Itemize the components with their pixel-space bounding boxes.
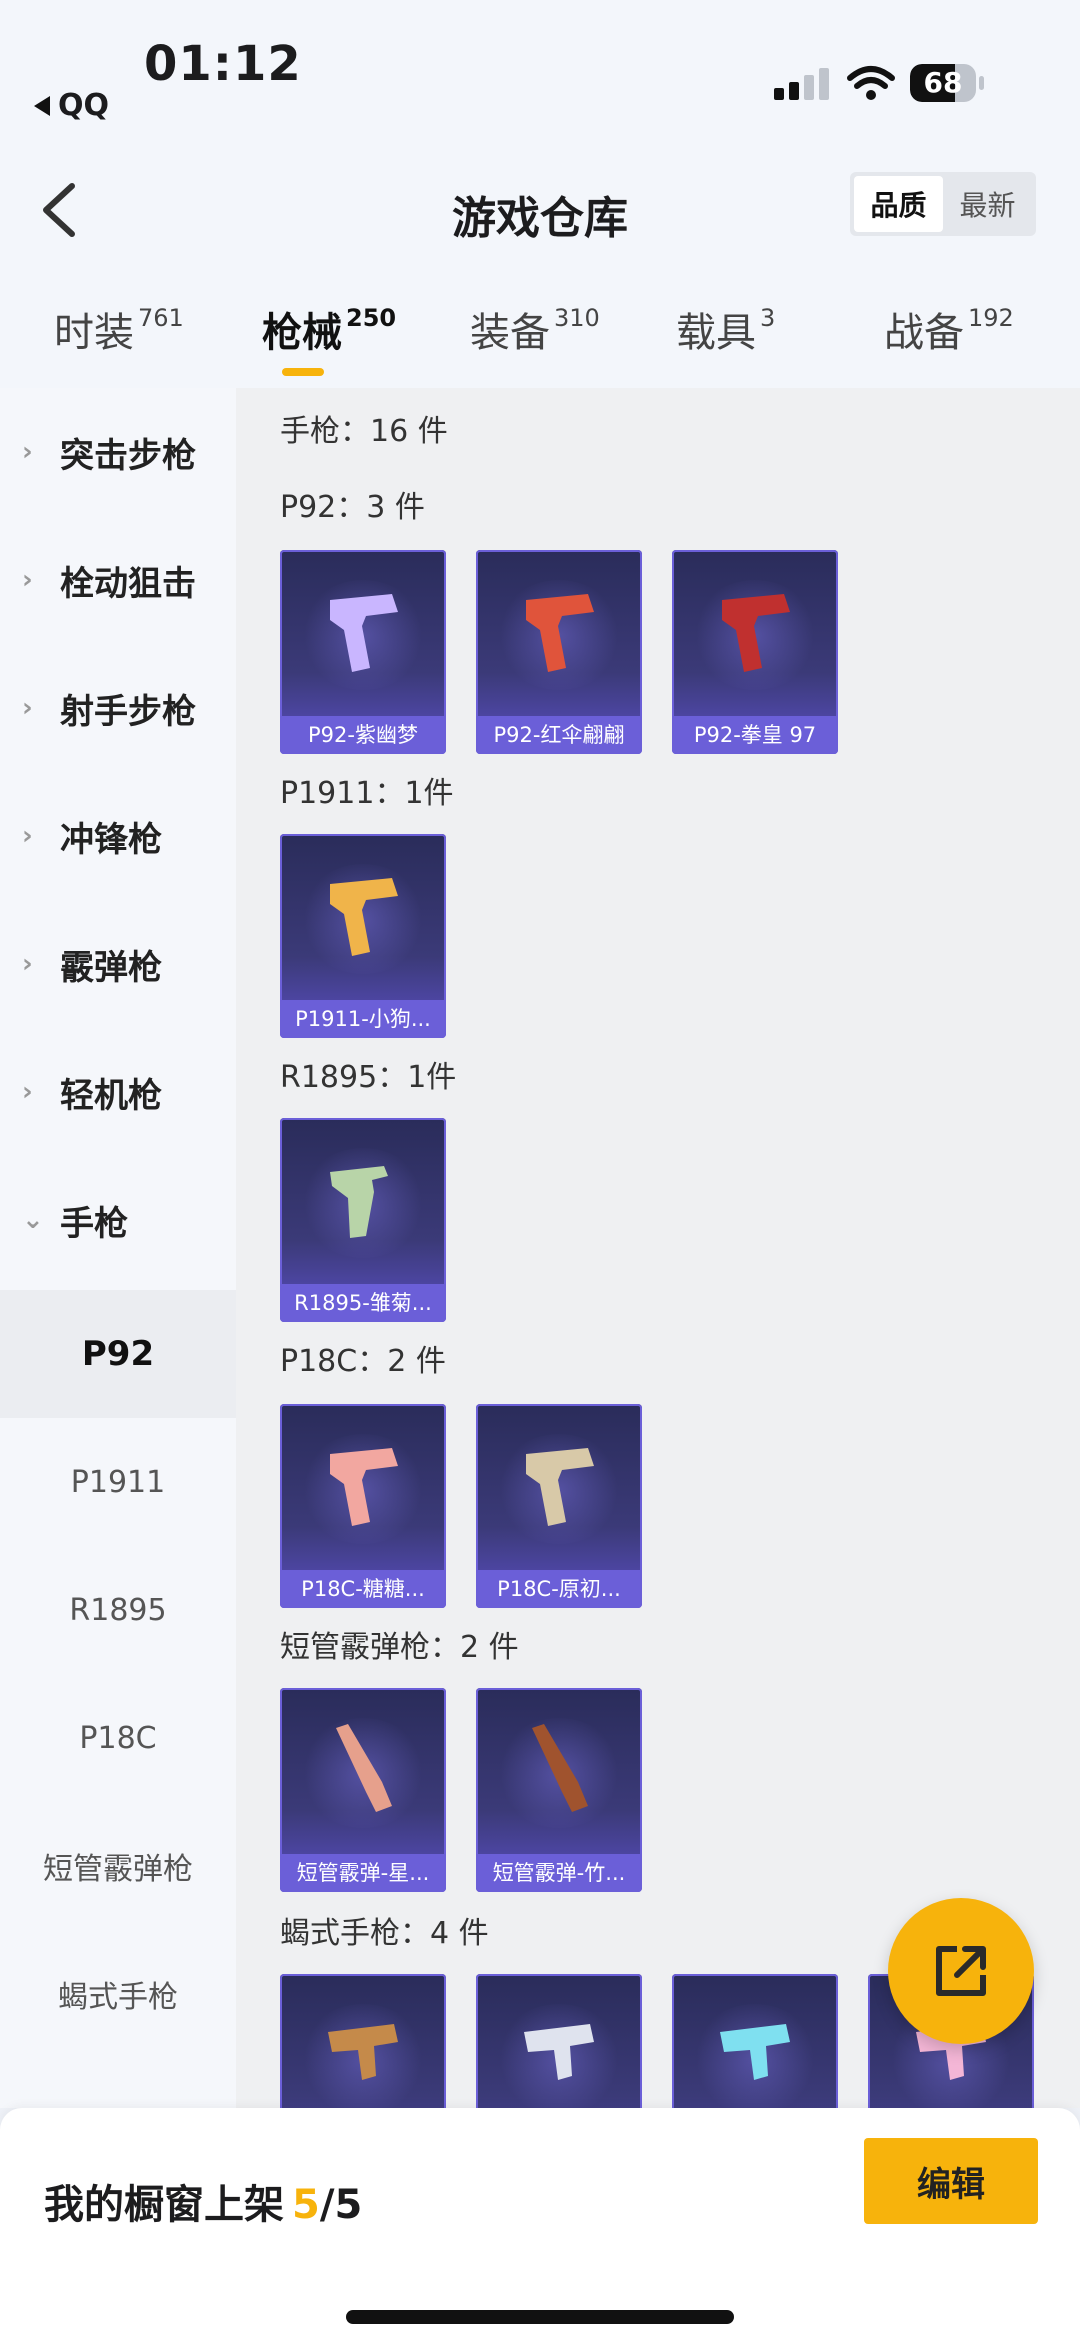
section-title-p1911: P1911：1件 xyxy=(280,776,454,811)
sidebar-item-shotgun[interactable]: › 霰弹枪 xyxy=(0,900,236,1028)
sidebar-item-bolt-sniper[interactable]: › 栓动狙击 xyxy=(0,516,236,644)
chevron-down-icon: ⌄ xyxy=(22,1205,44,1235)
section-title-p92: P92：3 件 xyxy=(280,490,425,525)
pistol-count-summary: 手枪：16 件 xyxy=(280,414,448,449)
pistol-skin-icon xyxy=(526,594,594,672)
item-card-label: P1911-小狗... xyxy=(280,1000,446,1038)
sort-option-quality[interactable]: 品质 xyxy=(854,176,943,232)
back-app-label: QQ xyxy=(58,88,110,123)
section-title-sawed-off: 短管霰弹枪：2 件 xyxy=(280,1630,519,1665)
sort-option-newest[interactable]: 最新 xyxy=(943,176,1032,232)
sidebar-item-lmg[interactable]: › 轻机枪 xyxy=(0,1028,236,1156)
pistol-skin-icon xyxy=(526,1448,594,1526)
pistol-skin-icon xyxy=(330,878,398,956)
pistol-skin-icon xyxy=(722,594,790,672)
showcase-count: 我的橱窗上架 5/5 xyxy=(44,2182,363,2228)
tab-vehicles[interactable]: 载具 3 xyxy=(676,300,775,358)
sidebar-item-smg[interactable]: › 冲锋枪 xyxy=(0,772,236,900)
chevron-right-icon: › xyxy=(22,437,33,467)
item-card[interactable]: P18C-原初... xyxy=(476,1404,642,1608)
active-tab-indicator xyxy=(282,368,324,376)
share-floating-button[interactable] xyxy=(888,1898,1034,2044)
section-title-scorpion: 蝎式手枪：4 件 xyxy=(280,1916,489,1951)
chevron-right-icon: › xyxy=(22,821,33,851)
back-to-app-link[interactable]: QQ xyxy=(34,88,109,123)
tab-tactical[interactable]: 战备 192 xyxy=(884,300,1014,358)
sidebar-item-marksman-rifle[interactable]: › 射手步枪 xyxy=(0,644,236,772)
section-title-p18c: P18C：2 件 xyxy=(280,1344,446,1379)
shotgun-skin-icon xyxy=(336,1724,392,1812)
item-card-label: 短管霰弹-竹... xyxy=(476,1854,642,1892)
external-share-icon xyxy=(936,1946,986,1996)
sidebar-subitem-r1895[interactable]: R1895 xyxy=(0,1546,236,1674)
back-triangle-icon xyxy=(34,95,50,116)
wifi-icon xyxy=(847,66,895,100)
shotgun-skin-icon xyxy=(532,1724,588,1812)
status-bar: 01:12 QQ 68 xyxy=(0,0,1080,150)
item-card-label: P92-红伞翩翩 xyxy=(476,716,642,754)
item-card-label: 短管霰弹-星... xyxy=(280,1854,446,1892)
battery-indicator: 68 xyxy=(910,64,986,104)
item-card[interactable] xyxy=(476,1974,642,2108)
sort-toggle[interactable]: 品质 最新 xyxy=(850,172,1036,236)
tab-equipment[interactable]: 装备 310 xyxy=(470,300,600,358)
item-card-label: P92-紫幽梦 xyxy=(280,716,446,754)
battery-percent: 68 xyxy=(923,66,963,99)
sidebar-subitem-sawed-off[interactable]: 短管霰弹枪 xyxy=(0,1802,236,1930)
sidebar-item-assault-rifle[interactable]: › 突击步枪 xyxy=(0,388,236,516)
edit-button[interactable]: 编辑 xyxy=(864,2138,1038,2224)
weapon-category-sidebar: › 突击步枪 › 栓动狙击 › 射手步枪 › 冲锋枪 › 霰弹枪 › 轻机枪 ⌄ 手枪 P92… xyxy=(0,388,236,2108)
item-card-label: P92-拳皇 97 xyxy=(672,716,838,754)
smg-skin-icon xyxy=(720,2024,790,2080)
item-card[interactable] xyxy=(672,1974,838,2108)
page-header: 游戏仓库 品质 最新 xyxy=(0,150,1080,270)
smg-skin-icon xyxy=(328,2024,398,2080)
pistol-skin-icon xyxy=(330,594,398,672)
tab-fashion[interactable]: 时装 761 xyxy=(54,300,184,358)
sidebar-subitem-scorpion[interactable]: 蝎式手枪 xyxy=(0,1930,236,2058)
revolver-skin-icon xyxy=(330,1166,388,1238)
category-tabs: 时装 761 枪械 250 装备 310 载具 3 战备 192 xyxy=(0,270,1080,388)
chevron-right-icon: › xyxy=(22,693,33,723)
chevron-right-icon: › xyxy=(22,565,33,595)
item-card-label: P18C-原初... xyxy=(476,1570,642,1608)
item-card-label: R1895-雏菊... xyxy=(280,1284,446,1322)
item-card[interactable]: P18C-糖糖... xyxy=(280,1404,446,1608)
item-card[interactable]: 短管霰弹-星... xyxy=(280,1688,446,1892)
chevron-right-icon: › xyxy=(22,1077,33,1107)
sidebar-subitem-p1911[interactable]: P1911 xyxy=(0,1418,236,1546)
item-card[interactable]: P92-红伞翩翩 xyxy=(476,550,642,754)
smg-skin-icon xyxy=(524,2024,594,2080)
sidebar-subitem-p18c[interactable]: P18C xyxy=(0,1674,236,1802)
pistol-skin-icon xyxy=(330,1448,398,1526)
item-card[interactable]: 短管霰弹-竹... xyxy=(476,1688,642,1892)
cellular-signal-icon xyxy=(774,68,829,100)
item-grid-area: 手枪：16 件 P92：3 件 P92-紫幽梦 P92-红伞翩翩 P92-拳皇 … xyxy=(236,388,1080,2108)
item-card[interactable]: R1895-雏菊... xyxy=(280,1118,446,1322)
tab-firearms[interactable]: 枪械 250 xyxy=(262,300,396,358)
home-indicator[interactable] xyxy=(346,2310,734,2324)
item-card[interactable] xyxy=(280,1974,446,2108)
section-title-r1895: R1895：1件 xyxy=(280,1060,457,1095)
item-card[interactable]: P92-紫幽梦 xyxy=(280,550,446,754)
item-card[interactable]: P92-拳皇 97 xyxy=(672,550,838,754)
sidebar-subitem-p92[interactable]: P92 xyxy=(0,1290,236,1418)
status-time: 01:12 xyxy=(144,36,302,92)
sidebar-item-pistol[interactable]: ⌄ 手枪 xyxy=(0,1156,236,1284)
chevron-right-icon: › xyxy=(22,949,33,979)
item-card-label: P18C-糖糖... xyxy=(280,1570,446,1608)
item-card[interactable]: P1911-小狗... xyxy=(280,834,446,1038)
